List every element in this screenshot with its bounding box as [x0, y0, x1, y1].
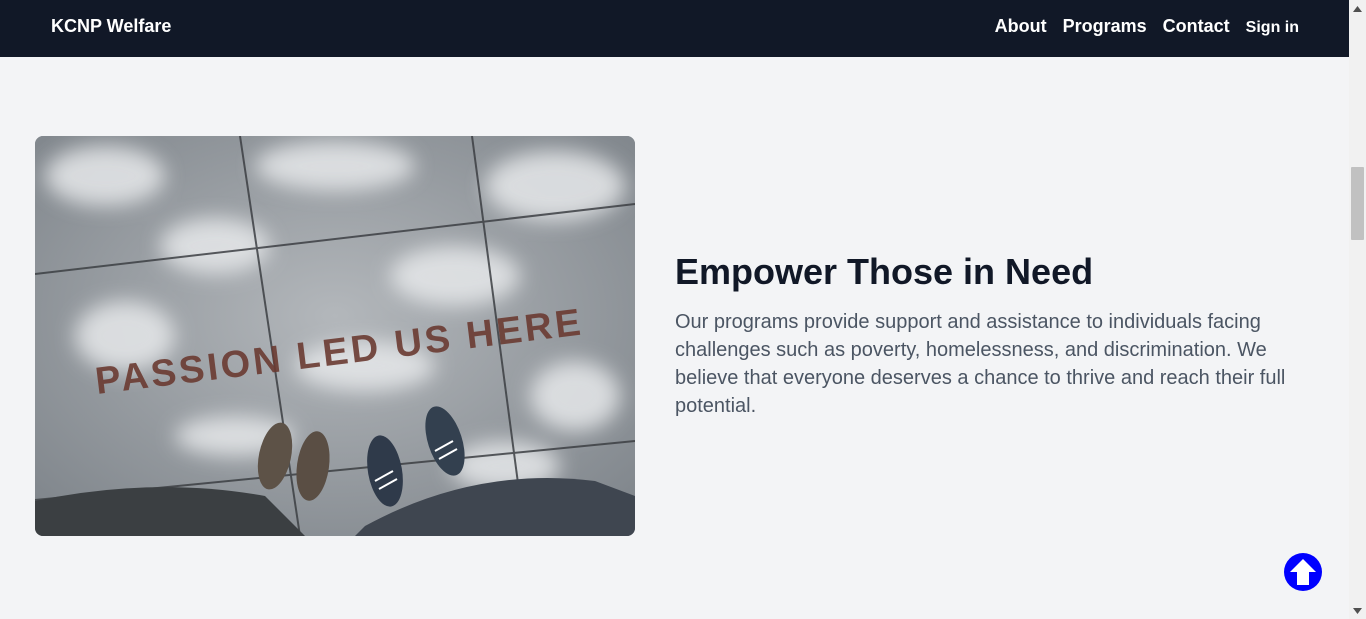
section-headline: Empower Those in Need — [675, 251, 1094, 292]
triangle-up-icon — [1353, 5, 1362, 12]
brand-logo[interactable]: KCNP Welfare — [51, 16, 171, 37]
nav-link-contact[interactable]: Contact — [1163, 15, 1230, 37]
arrow-up-circle-icon — [1290, 559, 1316, 585]
scroll-up-arrow[interactable] — [1349, 0, 1366, 17]
top-navbar: KCNP Welfare About Programs Contact Sign… — [0, 0, 1349, 57]
nav-links: About Programs Contact Sign in — [995, 15, 1299, 39]
vertical-scrollbar[interactable] — [1349, 0, 1366, 619]
back-to-top-button[interactable] — [1284, 553, 1322, 591]
hero-image: PASSION LED US HERE — [35, 136, 635, 536]
section-description: Our programs provide support and assista… — [675, 311, 1286, 417]
nav-link-sign-in[interactable]: Sign in — [1246, 17, 1299, 39]
nav-link-programs[interactable]: Programs — [1063, 15, 1147, 37]
nav-link-about[interactable]: About — [995, 15, 1047, 37]
scrollbar-thumb[interactable] — [1351, 167, 1364, 240]
triangle-down-icon — [1353, 607, 1362, 614]
scroll-down-arrow[interactable] — [1349, 602, 1366, 619]
